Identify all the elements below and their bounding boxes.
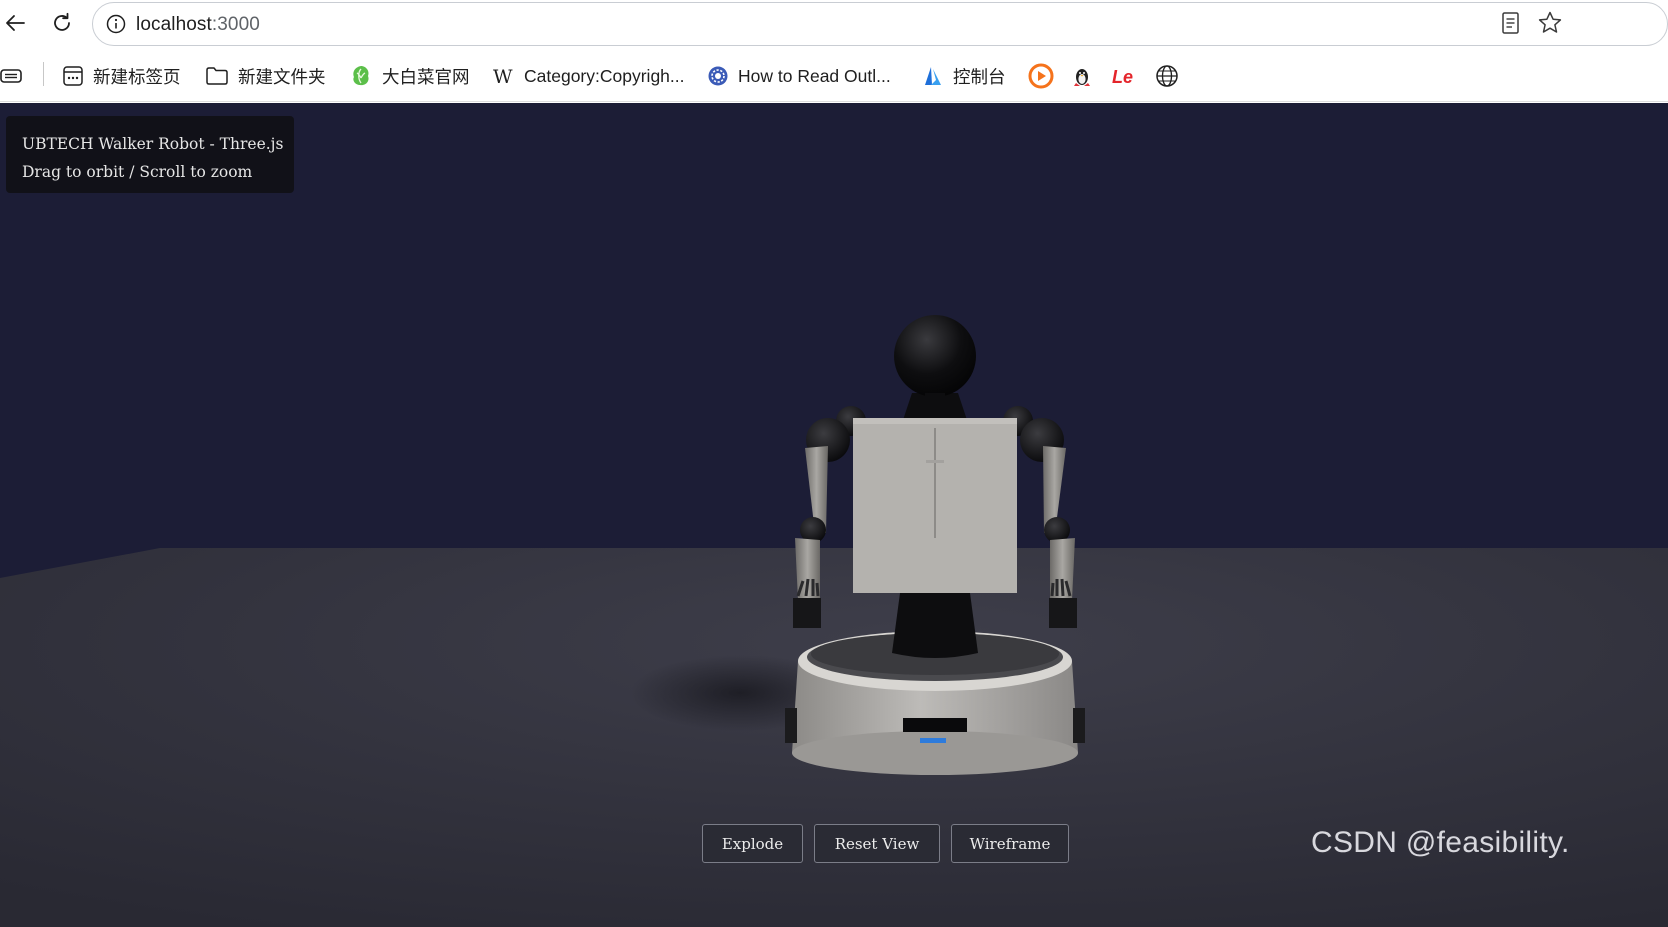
back-arrow-icon — [6, 15, 25, 31]
bookmarks-collection-icon — [0, 69, 22, 83]
browser-toolbar: localhost:3000 — [0, 0, 1668, 48]
robot-chest-panel[interactable] — [853, 418, 1017, 593]
back-button[interactable] — [0, 8, 30, 38]
le-logo-icon: Le — [1112, 67, 1133, 87]
url-port: :3000 — [211, 14, 260, 35]
bookmark-item-0[interactable]: 新建标签页 — [62, 62, 181, 90]
reload-icon — [54, 12, 70, 31]
bookmarks-separator — [43, 62, 44, 86]
bookmark-item-9[interactable] — [1155, 62, 1179, 90]
bookmark-label: 新建文件夹 — [238, 66, 326, 87]
bookmark-item-6[interactable] — [1028, 62, 1054, 90]
reload-button[interactable] — [47, 8, 77, 38]
folder-icon — [206, 67, 228, 85]
bookmark-label: 控制台 — [953, 66, 1006, 87]
bookmark-item-1[interactable]: 新建文件夹 — [205, 62, 326, 90]
bookmark-item-2[interactable]: 大白菜官网 — [349, 62, 470, 90]
walker-robot-model[interactable] — [0, 103, 1668, 927]
bookmark-label: 大白菜官网 — [382, 66, 470, 87]
bookmark-label: How to Read Outl... — [738, 65, 891, 86]
explode-button[interactable]: Explode — [702, 824, 803, 863]
address-bar[interactable]: localhost:3000 — [92, 2, 1668, 46]
threejs-canvas[interactable]: UBTECH Walker Robot - Three.js Drag to o… — [0, 103, 1668, 927]
wireframe-button[interactable]: Wireframe — [951, 824, 1069, 863]
site-info-icon[interactable] — [105, 13, 127, 35]
reset-view-button[interactable]: Reset View — [814, 824, 940, 863]
bookmark-item-3[interactable]: W Category:Copyrigh... — [493, 62, 685, 90]
bookmarks-menu-button[interactable] — [0, 62, 24, 90]
bookmark-item-8[interactable]: Le — [1112, 62, 1138, 90]
orange-play-icon — [1028, 63, 1054, 89]
bookmark-star-icon[interactable] — [1536, 9, 1564, 37]
bookmark-label: Category:Copyrigh... — [524, 65, 685, 86]
bookmarks-bar: 新建标签页 新建文件夹 大白菜官网 W Category:Copyrigh...… — [0, 48, 1668, 102]
svg-text:Le: Le — [1112, 67, 1133, 87]
robot-head[interactable] — [894, 315, 976, 403]
wikipedia-icon: W — [493, 66, 513, 87]
url-text[interactable]: localhost:3000 — [136, 14, 260, 36]
penguin-icon — [1074, 69, 1090, 86]
svg-text:W: W — [493, 66, 513, 87]
reading-mode-icon[interactable] — [1500, 11, 1522, 35]
bookmark-item-4[interactable]: How to Read Outl... — [707, 62, 891, 90]
bookmark-label: 新建标签页 — [93, 66, 181, 87]
info-title: UBTECH Walker Robot - Three.js — [22, 135, 284, 153]
info-overlay: UBTECH Walker Robot - Three.js Drag to o… — [6, 116, 294, 193]
url-host: localhost — [136, 14, 212, 35]
bookmark-item-5[interactable]: 控制台 — [922, 62, 1006, 90]
globe-icon — [1156, 65, 1178, 87]
azure-icon — [925, 67, 941, 85]
info-hint: Drag to orbit / Scroll to zoom — [22, 163, 253, 181]
cabbage-icon — [353, 66, 369, 86]
new-tab-page-icon — [63, 66, 83, 86]
bookmark-item-7[interactable] — [1071, 62, 1093, 90]
csdn-watermark: CSDN @feasibility. — [1311, 826, 1570, 859]
gear-badge-icon — [708, 66, 728, 86]
